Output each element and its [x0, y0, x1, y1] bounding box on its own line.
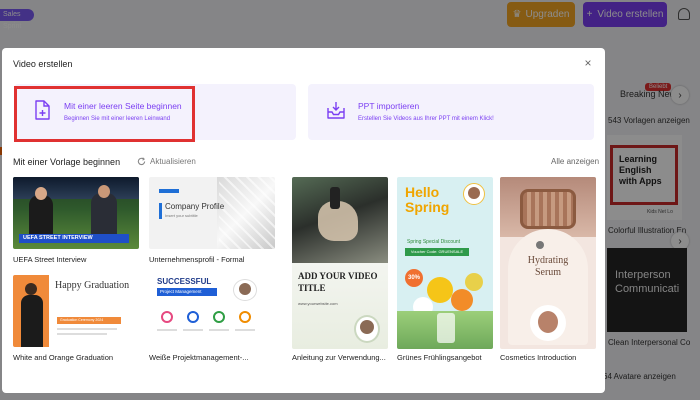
view-all-link[interactable]: Alle anzeigen: [551, 157, 599, 166]
template-thumbnail: Company Profile Insert your subtitle: [149, 177, 275, 249]
blank-page-title: Mit einer leeren Seite beginnen: [64, 101, 182, 111]
serum-heading: Hydrating Serum: [527, 255, 569, 278]
template-caption: Grünes Frühlingsangebot: [397, 353, 482, 362]
template-graduation[interactable]: Happy Graduation Graduation Ceremony 202…: [13, 275, 139, 365]
spring-discount: Spring Special Discount: [407, 239, 461, 245]
spring-voucher: Voucher Code: GRUENSALE: [405, 248, 469, 256]
graduation-heading: Happy Graduation: [55, 280, 130, 291]
create-video-modal: Video erstellen × Mit einer leeren Seite…: [2, 48, 605, 393]
template-thumbnail: Happy Graduation Graduation Ceremony 202…: [13, 275, 139, 347]
ppt-import-subtitle: Erstellen Sie Videos aus Ihrer PPT mit e…: [358, 116, 494, 122]
template-thumbnail: Hydrating Serum: [500, 177, 596, 349]
blank-page-subtitle: Beginnen Sie mit einer leeren Leinwand: [64, 116, 171, 122]
template-cosmetics[interactable]: Hydrating Serum Cosmetics Introduction: [500, 177, 596, 367]
close-icon[interactable]: ×: [582, 57, 594, 69]
company-profile-heading: Company Profile: [165, 202, 225, 211]
template-caption: UEFA Street Interview: [13, 255, 87, 264]
video-title-heading: ADD YOUR VIDEO TITLE: [298, 271, 378, 293]
template-caption: Cosmetics Introduction: [500, 353, 577, 362]
uefa-banner: UEFA STREET INTERVIEW: [19, 234, 129, 243]
blank-page-icon: [35, 100, 50, 120]
template-video-title[interactable]: ADD YOUR VIDEO TITLE www.yourwebsite.com…: [292, 177, 388, 367]
refresh-button[interactable]: Aktualisieren: [137, 157, 196, 166]
templates-section-title: Mit einer Vorlage beginnen: [13, 157, 121, 167]
template-thumbnail: ADD YOUR VIDEO TITLE www.yourwebsite.com: [292, 177, 388, 349]
video-title-url: www.yourwebsite.com: [298, 301, 338, 306]
modal-title: Video erstellen: [13, 59, 73, 69]
spring-badge: 30%: [405, 269, 423, 287]
ppt-import-option[interactable]: PPT importieren Erstellen Sie Videos aus…: [308, 84, 594, 140]
import-icon: [327, 102, 345, 119]
template-caption: Anleitung zur Verwendung...: [292, 353, 386, 362]
refresh-label: Aktualisieren: [150, 157, 196, 166]
company-profile-sub: Insert your subtitle: [165, 213, 198, 218]
template-hello-spring[interactable]: Hello Spring Spring Special Discount Vou…: [397, 177, 493, 367]
template-thumbnail: SUCCESSFUL Project Management: [149, 275, 275, 347]
template-caption: White and Orange Graduation: [13, 353, 114, 362]
template-company-profile[interactable]: Company Profile Insert your subtitle Unt…: [149, 177, 275, 267]
template-thumbnail: UEFA STREET INTERVIEW: [13, 177, 139, 249]
graduation-sub: Graduation Ceremony 2024: [57, 317, 121, 324]
project-heading: SUCCESSFUL: [157, 277, 212, 286]
template-thumbnail: Hello Spring Spring Special Discount Vou…: [397, 177, 493, 349]
blank-page-option[interactable]: Mit einer leeren Seite beginnen Beginnen…: [14, 84, 296, 140]
template-project-management[interactable]: SUCCESSFUL Project Management Weiße Proj…: [149, 275, 275, 365]
hello-spring-heading: Hello Spring: [405, 184, 450, 216]
refresh-icon: [137, 157, 146, 166]
template-caption: Weiße Projektmanagement-...: [149, 353, 249, 362]
template-caption: Unternehmensprofil - Formal: [149, 255, 245, 264]
template-uefa[interactable]: UEFA STREET INTERVIEW UEFA Street Interv…: [13, 177, 139, 267]
project-sub: Project Management: [157, 288, 217, 296]
ppt-import-title: PPT importieren: [358, 101, 420, 111]
